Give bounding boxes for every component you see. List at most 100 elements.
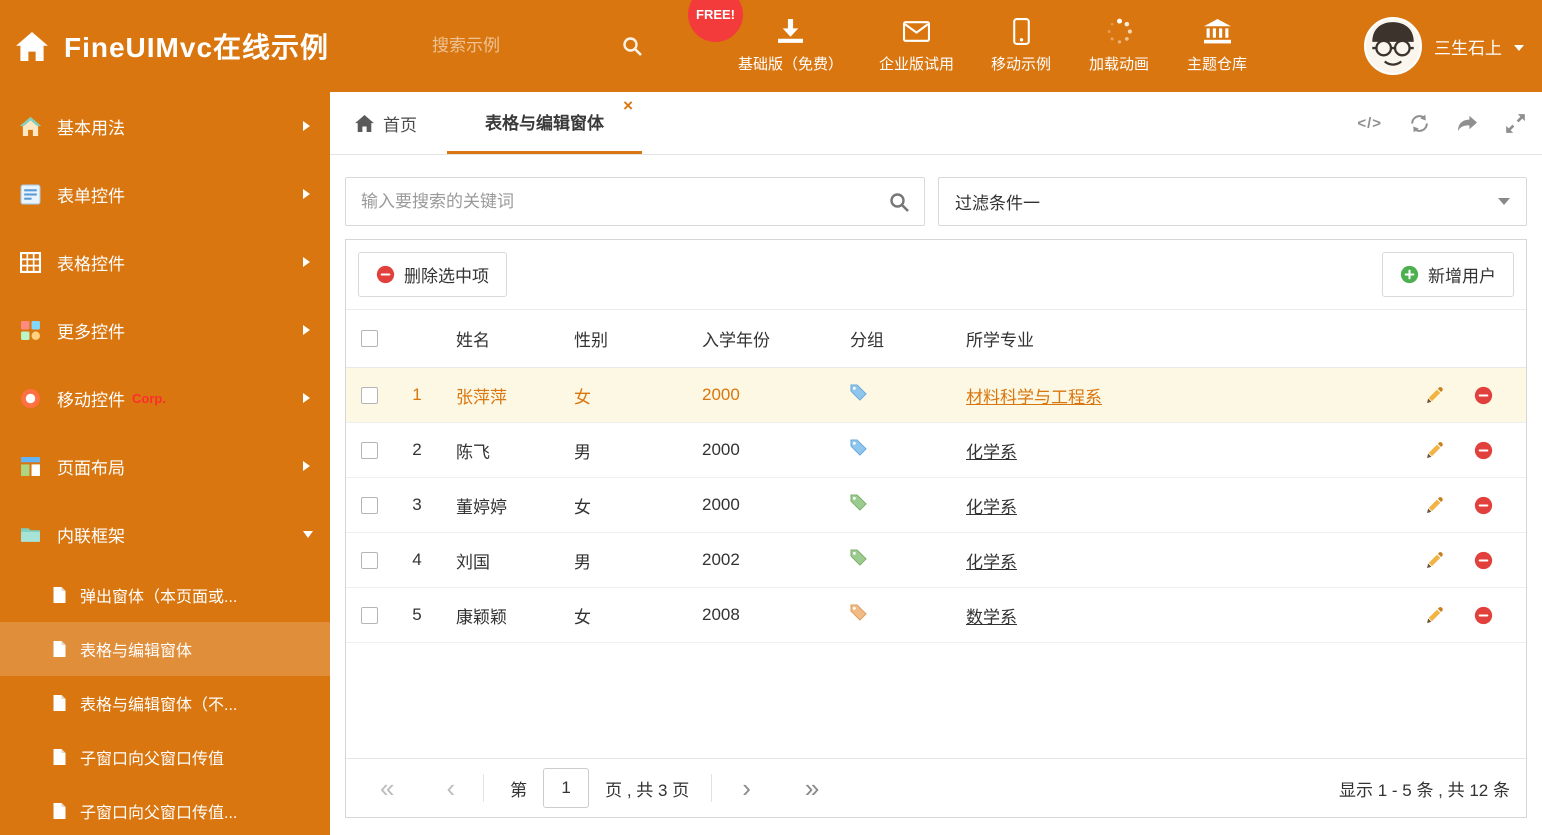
layout-icon — [20, 456, 41, 477]
row-number: 4 — [412, 550, 422, 569]
download-icon — [777, 18, 804, 45]
delete-selected-button[interactable]: 删除选中项 — [358, 252, 507, 297]
fullscreen-icon[interactable] — [1505, 113, 1526, 134]
code-icon[interactable]: </> — [1357, 115, 1382, 132]
sidebar-item-label: 页面布局 — [57, 458, 125, 478]
major-link[interactable]: 材料科学与工程系 — [966, 388, 1102, 407]
add-user-button[interactable]: 新增用户 — [1382, 252, 1514, 297]
column-group[interactable]: 分组 — [836, 326, 952, 351]
chevron-right-icon — [303, 257, 310, 267]
edit-icon[interactable] — [1426, 606, 1445, 625]
filter-dropdown[interactable]: 过滤条件一 — [938, 177, 1527, 226]
table-row[interactable]: 4 刘国 男 2002 化学系 — [346, 533, 1526, 588]
minus-circle-icon — [376, 265, 395, 284]
row-checkbox[interactable] — [360, 551, 378, 569]
sidebar-item-basic-usage[interactable]: 基本用法 — [0, 92, 330, 160]
button-label: 新增用户 — [1428, 267, 1496, 286]
table-empty-space — [346, 643, 1526, 758]
user-menu[interactable]: 三生石上 — [1364, 0, 1524, 92]
tag-icon — [850, 439, 867, 456]
delete-icon[interactable] — [1474, 496, 1493, 515]
pagination-bar: « ‹ 第 页 , 共 3 页 › » 显示 1 - 5 条 , 共 12 条 — [346, 758, 1526, 817]
last-page-button[interactable]: » — [801, 775, 823, 801]
page-number-input[interactable] — [543, 768, 590, 808]
table-row[interactable]: 3 董婷婷 女 2000 化学系 — [346, 478, 1526, 533]
edit-icon[interactable] — [1426, 496, 1445, 515]
keyword-search-input[interactable] — [361, 191, 889, 212]
search-icon[interactable] — [622, 36, 642, 56]
row-checkbox[interactable] — [360, 386, 378, 404]
sidebar-subitem-grid-edit-window-2[interactable]: 表格与编辑窗体（不... — [0, 676, 330, 730]
file-icon — [52, 694, 67, 712]
sidebar-item-page-layout[interactable]: 页面布局 — [0, 432, 330, 500]
next-page-button[interactable]: › — [738, 775, 755, 801]
sidebar-item-label: 表格控件 — [57, 254, 125, 274]
table-icon — [20, 252, 41, 273]
table-row[interactable]: 1 张萍萍 女 2000 材料科学与工程系 — [346, 368, 1526, 423]
student-gender: 男 — [574, 442, 591, 462]
major-link[interactable]: 化学系 — [966, 498, 1017, 517]
column-gender[interactable]: 性别 — [560, 326, 688, 351]
nav-mobile-demo[interactable]: 移动示例 — [990, 18, 1052, 74]
sidebar-subitem-child-to-parent[interactable]: 子窗口向父窗口传值 — [0, 730, 330, 784]
nav-label: 主题仓库 — [1187, 56, 1248, 73]
column-year[interactable]: 入学年份 — [688, 326, 836, 351]
file-icon — [52, 586, 67, 604]
spinner-icon — [1106, 18, 1133, 45]
table-row[interactable]: 2 陈飞 男 2000 化学系 — [346, 423, 1526, 478]
row-checkbox[interactable] — [360, 606, 378, 624]
sidebar-subitem-child-to-parent-2[interactable]: 子窗口向父窗口传值... — [0, 784, 330, 835]
header-search-input[interactable] — [432, 36, 608, 56]
sidebar-subitem-popup-window[interactable]: 弹出窗体（本页面或... — [0, 568, 330, 622]
table-row[interactable]: 5 康颖颖 女 2008 数学系 — [346, 588, 1526, 643]
search-icon[interactable] — [889, 192, 909, 212]
filter-dropdown-value: 过滤条件一 — [955, 194, 1040, 213]
refresh-icon[interactable] — [1409, 113, 1430, 134]
major-link[interactable]: 数学系 — [966, 608, 1017, 627]
nav-loading-animation[interactable]: 加载动画 — [1088, 18, 1150, 74]
sidebar-item-iframe[interactable]: 内联框架 — [0, 500, 330, 568]
row-checkbox[interactable] — [360, 441, 378, 459]
page-label-suffix: 页 , 共 3 页 — [605, 780, 690, 800]
edit-icon[interactable] — [1426, 551, 1445, 570]
delete-icon[interactable] — [1474, 386, 1493, 405]
delete-icon[interactable] — [1474, 441, 1493, 460]
tab-home[interactable]: 首页 — [345, 92, 427, 154]
student-gender: 女 — [574, 607, 591, 627]
bank-icon — [1204, 18, 1231, 45]
brand[interactable]: FineUIMvc在线示例 — [16, 0, 329, 92]
share-icon[interactable] — [1457, 113, 1478, 134]
edit-icon[interactable] — [1426, 386, 1445, 405]
row-checkbox[interactable] — [360, 496, 378, 514]
prev-page-button[interactable]: ‹ — [442, 775, 459, 801]
plus-circle-icon — [1400, 265, 1419, 284]
sidebar-subitem-label: 表格与编辑窗体 — [80, 643, 193, 660]
column-name[interactable]: 姓名 — [442, 326, 560, 351]
edit-icon[interactable] — [1426, 441, 1445, 460]
select-all-checkbox[interactable] — [360, 330, 378, 347]
major-link[interactable]: 化学系 — [966, 553, 1017, 572]
sidebar-subitem-label: 子窗口向父窗口传值 — [80, 751, 225, 768]
major-link[interactable]: 化学系 — [966, 443, 1017, 462]
sidebar-item-mobile-controls[interactable]: 移动控件 Corp. — [0, 364, 330, 432]
student-year: 2000 — [702, 495, 740, 514]
column-major[interactable]: 所学专业 — [952, 326, 1414, 351]
delete-icon[interactable] — [1474, 551, 1493, 570]
nav-theme-repo[interactable]: 主题仓库 — [1186, 18, 1248, 74]
student-name: 张萍萍 — [456, 387, 507, 407]
student-name: 董婷婷 — [456, 497, 507, 517]
nav-enterprise-trial[interactable]: 企业版试用 — [879, 18, 954, 74]
home-icon — [355, 115, 374, 132]
close-icon[interactable]: × — [623, 97, 633, 114]
delete-icon[interactable] — [1474, 606, 1493, 625]
avatar — [1364, 17, 1422, 75]
nav-basic-edition[interactable]: 基础版（免费） — [738, 18, 843, 74]
sidebar-item-more-controls[interactable]: 更多控件 — [0, 296, 330, 364]
sidebar-item-grid-controls[interactable]: 表格控件 — [0, 228, 330, 296]
sidebar-subitem-grid-edit-window[interactable]: 表格与编辑窗体 — [0, 622, 330, 676]
tab-grid-edit-window[interactable]: 表格与编辑窗体 × — [447, 92, 642, 154]
first-page-button[interactable]: « — [376, 775, 398, 801]
sidebar-item-form-controls[interactable]: 表单控件 — [0, 160, 330, 228]
row-number: 5 — [412, 605, 422, 624]
row-number: 1 — [412, 385, 422, 404]
